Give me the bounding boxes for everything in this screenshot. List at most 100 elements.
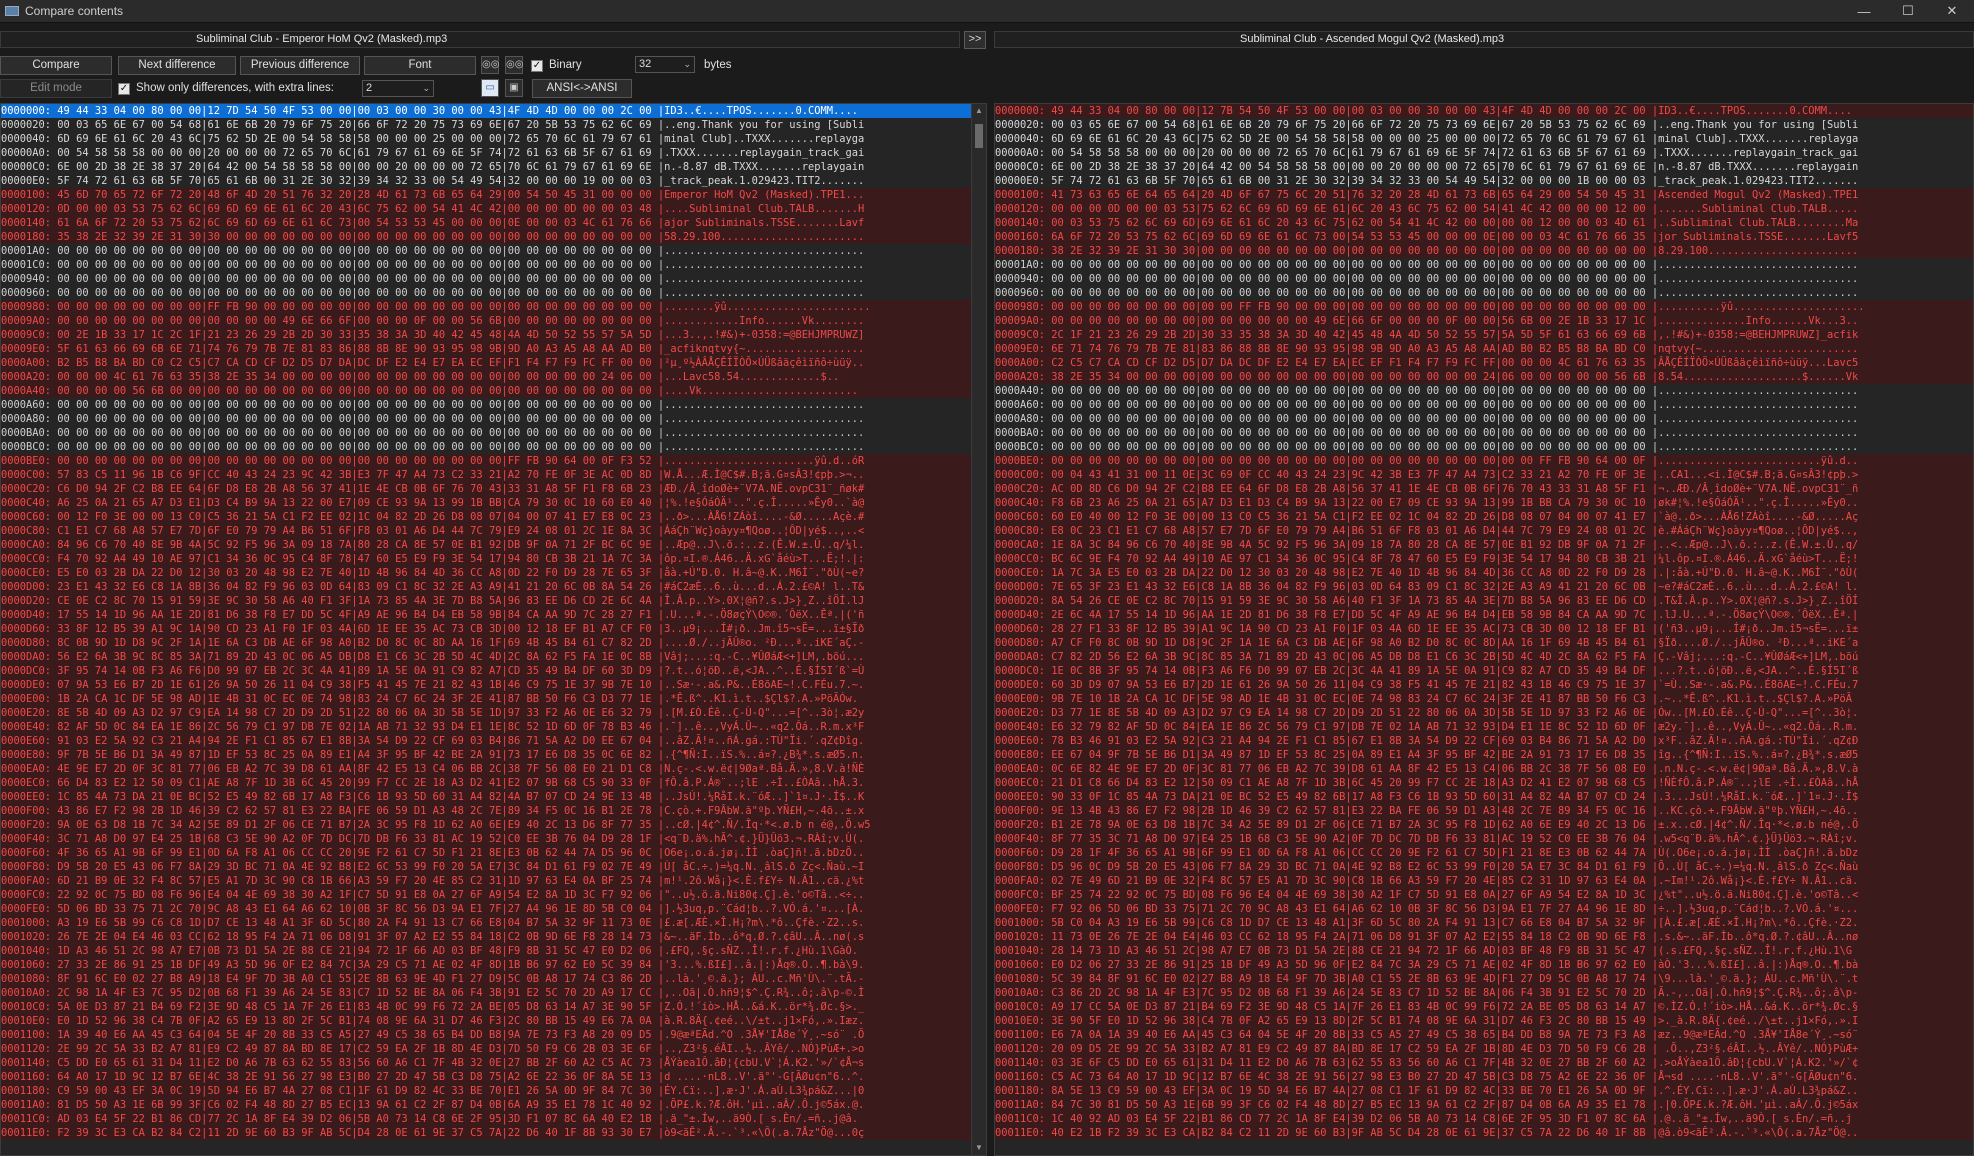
hex-row[interactable]: 0000D00: 7E 65 3F 23 E1 43 32 E6|C8 1A 8… xyxy=(995,580,1973,594)
left-hex-pane[interactable]: 0000000: 49 44 33 04 00 80 00 00|12 7D 5… xyxy=(0,103,987,1156)
hex-row[interactable]: 0001180: 8A 5E 13 C9 59 00 43 EF|3A 0C 1… xyxy=(995,1084,1973,1098)
hex-row[interactable]: 0001160: 64 A0 17 1D 9C 12 B7 6E|4C 38 2… xyxy=(1,1070,986,1084)
hex-row[interactable]: 00000A0: 00 54 58 58 58 00 00 00|20 00 0… xyxy=(995,146,1973,160)
hex-row[interactable]: 00009C0: 00 2E 1B 33 17 1C 2C 1F|21 23 2… xyxy=(1,328,986,342)
hex-row[interactable]: 0000FC0: BF 25 74 22 92 0C 75 BD|08 F6 9… xyxy=(995,888,1973,902)
hex-row[interactable]: 0000120: 00 00 00 0D 00 00 03 53|75 62 6… xyxy=(995,202,1973,216)
hex-row[interactable]: 0001180: C9 59 00 43 EF 3A 0C 19|5D 94 E… xyxy=(1,1084,986,1098)
hex-row[interactable]: 0000E60: 91 03 E2 5A 92 C3 21 A4|94 2E F… xyxy=(1,734,986,748)
hex-row[interactable]: 0000FE0: F7 92 06 5D 06 BD 33 75|71 2C 7… xyxy=(995,902,1973,916)
hex-row[interactable]: 0000E80: 9F 7B 5E B6 D1 3A 49 87|1D EF 5… xyxy=(1,748,986,762)
compare-button[interactable]: Compare xyxy=(0,56,112,75)
hex-row[interactable]: 0000F00: 43 86 E7 F2 98 2B 1D 46|39 C2 6… xyxy=(1,804,986,818)
hex-row[interactable]: 00000A0: 00 54 58 58 58 00 00 00|20 00 0… xyxy=(1,146,986,160)
hex-row[interactable]: 0000980: 00 00 00 00 00 00 00 00|00 00 F… xyxy=(995,300,1973,314)
scroll-down-icon[interactable]: ▼ xyxy=(972,1141,986,1155)
hex-row[interactable]: 0000C00: 00 04 43 41 31 00 11 0E|3C 69 0… xyxy=(995,468,1973,482)
hex-row[interactable]: 00010A0: C3 86 2D 2C 98 1A 4F E3|7C 95 D… xyxy=(995,986,1973,1000)
edit-mode-button[interactable]: Edit mode xyxy=(0,79,112,98)
hex-row[interactable]: 0001140: C5 DD E0 65 61 31 D4 11|E2 D0 A… xyxy=(1,1056,986,1070)
hex-row[interactable]: 0001160: C5 AC 73 64 A0 17 1D 9C|12 B7 6… xyxy=(995,1070,1973,1084)
hex-row[interactable]: 00011A0: 81 D5 50 A3 1E 6B 99 3F|C6 02 F… xyxy=(1,1098,986,1112)
hex-row[interactable]: 00010C0: 5A 0E D3 87 21 B4 69 F2|3E 9D 4… xyxy=(1,1000,986,1014)
binoculars-icon[interactable]: ◎◎ xyxy=(481,56,499,74)
hex-row[interactable]: 0001000: 5B C0 04 A3 19 E6 5B 99|C6 C8 1… xyxy=(995,916,1973,930)
hex-row[interactable]: 0000E00: 9B 7E 10 1B 2A CA 1C DF|5E 98 A… xyxy=(995,692,1973,706)
hex-row[interactable]: 0000980: 00 00 00 00 00 00 00 00|FF FB 9… xyxy=(1,300,986,314)
hex-row[interactable]: 0000E20: 8E 5B 4D 09 A3 D2 97 C9|EA 14 9… xyxy=(1,706,986,720)
hex-row[interactable]: 00010A0: 2C 98 1A 4F E3 7C 95 D2|0B 68 F… xyxy=(1,986,986,1000)
show-only-differences-checkbox[interactable]: ✓ xyxy=(118,83,130,95)
hex-row[interactable]: 00001A0: 00 00 00 00 00 00 00 00|00 00 0… xyxy=(1,244,986,258)
hex-row[interactable]: 0000E80: EE 67 04 9F 7B 5E B6 D1|3A 49 8… xyxy=(995,748,1973,762)
hex-row[interactable]: 0001120: 20 09 D5 2E 99 2C 5A 33|B2 A7 8… xyxy=(995,1042,1973,1056)
hex-row[interactable]: 0001060: 27 33 2E 86 91 25 1B DF|49 A3 5… xyxy=(1,958,986,972)
hex-row[interactable]: 0000CE0: E5 E0 03 2B DA 22 D0 12|30 03 2… xyxy=(1,566,986,580)
hex-row[interactable]: 0000F60: D9 28 1F 4F 36 65 A1 9B|6F 99 E… xyxy=(995,846,1973,860)
hex-row[interactable]: 0000040: 6D 69 6E 61 6C 20 43 6C|75 62 5… xyxy=(1,132,986,146)
hex-row[interactable]: 0000A00: B2 B5 B8 BA BD C0 C2 C5|C7 CA C… xyxy=(1,356,986,370)
hex-row[interactable]: 0000F80: D5 96 0C D9 5B 20 E5 43|06 F7 8… xyxy=(995,860,1973,874)
hex-row[interactable]: 0000D40: 17 55 14 1D 96 AA 1E 2D|81 D6 3… xyxy=(1,608,986,622)
hex-row[interactable]: 0000CC0: F4 70 92 A4 49 10 AE 97|C1 34 3… xyxy=(1,552,986,566)
hex-row[interactable]: 0000D20: CE 0E C2 8C 70 15 91 59|3E 9C 3… xyxy=(1,594,986,608)
hex-row[interactable]: 0000A60: 00 00 00 00 00 00 00 00|00 00 0… xyxy=(995,398,1973,412)
hex-row[interactable]: 0001060: E0 D2 06 27 33 2E 86 91|25 1B D… xyxy=(995,958,1973,972)
hex-row[interactable]: 0000960: 00 00 00 00 00 00 00 00|00 00 0… xyxy=(1,286,986,300)
hex-row[interactable]: 0000D20: 8A 54 26 CE 0E C2 8C 70|15 91 5… xyxy=(995,594,1973,608)
hex-row[interactable]: 00010E0: E0 1D 52 96 38 C4 7B 0F|A2 65 E… xyxy=(1,1014,986,1028)
hex-row[interactable]: 0000DC0: 1E 0C 8B 3F 95 74 14 0B|F3 A6 F… xyxy=(995,664,1973,678)
binoculars-next-icon[interactable]: ◎◎ xyxy=(505,56,523,74)
hex-row[interactable]: 0000DA0: 56 E2 6A 3B 9C 8C 85 3A|71 89 2… xyxy=(1,650,986,664)
right-file-name[interactable]: Subliminal Club - Ascended Mogul Qv2 (Ma… xyxy=(994,31,1974,48)
hex-row[interactable]: 0000100: 41 73 63 65 6E 64 65 64|20 4D 6… xyxy=(995,188,1973,202)
hex-row[interactable]: 0000D60: 28 27 F1 33 8F 12 B5 39|A1 9C 1… xyxy=(995,622,1973,636)
hex-row[interactable]: 0001020: 26 7E 2E 04 E4 46 03 CC|62 18 9… xyxy=(1,930,986,944)
hex-row[interactable]: 0000C80: C1 E1 C7 68 A8 57 E7 7D|6F E0 7… xyxy=(1,524,986,538)
hex-row[interactable]: 0000D60: 33 8F 12 B5 39 A1 9C 1A|90 CD 2… xyxy=(1,622,986,636)
hex-row[interactable]: 0000CA0: 1E 8A 3C 84 96 C6 70 40|8E 9B 4… xyxy=(995,538,1973,552)
hex-row[interactable]: 0001120: 2E 99 2C 5A 33 B2 A7 81|E9 C2 4… xyxy=(1,1042,986,1056)
window-icon[interactable]: ▭ xyxy=(481,79,499,97)
hex-row[interactable]: 0000D00: 23 E1 43 32 E6 C8 1A 8B|36 04 8… xyxy=(1,580,986,594)
bytes-select[interactable]: 32 ⌄ xyxy=(635,56,695,73)
hex-row[interactable]: 0000E40: 82 AF 5D 0C 84 EA 1E 86|2C 56 7… xyxy=(1,720,986,734)
hex-row[interactable]: 0000A00: C2 C5 C7 CA CD CF D2 D5|D7 DA D… xyxy=(995,356,1973,370)
hex-row[interactable]: 0000EC0: 66 D4 83 E2 12 50 09 C1|AE A8 7… xyxy=(1,776,986,790)
left-scrollbar[interactable]: ▲ ▼ xyxy=(971,104,986,1155)
hex-row[interactable]: 0000A20: 00 00 00 4C 61 76 63 35|38 2E 3… xyxy=(1,370,986,384)
hex-row[interactable]: 0001140: 03 3E 6F C5 DD E0 65 61|31 D4 1… xyxy=(995,1056,1973,1070)
hex-row[interactable]: 0000BA0: 00 00 00 00 00 00 00 00|00 00 0… xyxy=(1,426,986,440)
hex-row[interactable]: 0000E40: E6 32 79 82 AF 5D 0C 84|EA 1E 8… xyxy=(995,720,1973,734)
hex-row[interactable]: 00000C0: 6E 00 2D 38 2E 38 37 20|64 42 0… xyxy=(995,160,1973,174)
hex-row[interactable]: 00010C0: A9 17 CC 5A 0E D3 87 21|B4 69 F… xyxy=(995,1000,1973,1014)
hex-row[interactable]: 0000BC0: 00 00 00 00 00 00 00 00|00 00 0… xyxy=(995,440,1973,454)
hex-row[interactable]: 0000CA0: 84 96 C6 70 40 8E 9B 4A|5C 92 F… xyxy=(1,538,986,552)
hex-row[interactable]: 0000A80: 00 00 00 00 00 00 00 00|00 00 0… xyxy=(1,412,986,426)
hex-row[interactable]: 0000FA0: 02 7E 49 6D 21 B9 0E 32|F4 8C 5… xyxy=(995,874,1973,888)
hex-row[interactable]: 0001020: 11 73 0E 26 7E 2E 04 E4|46 03 C… xyxy=(995,930,1973,944)
maximize-icon[interactable]: ☐ xyxy=(1886,0,1930,22)
hex-row[interactable]: 00000E0: 5F 74 72 61 63 6B 5F 70|65 61 6… xyxy=(995,174,1973,188)
hex-row[interactable]: 00011A0: 84 7C 30 81 D5 50 A3 1E|6B 99 3… xyxy=(995,1098,1973,1112)
hex-row[interactable]: 0000DC0: 3F 95 74 14 0B F3 A6 F6|D0 99 0… xyxy=(1,664,986,678)
hex-row[interactable]: 00000C0: 6E 00 2D 38 2E 38 37 20|64 42 0… xyxy=(1,160,986,174)
hex-row[interactable]: 0000000: 49 44 33 04 00 80 00 00|12 7D 5… xyxy=(1,104,986,118)
left-file-name[interactable]: Subliminal Club - Emperor HoM Qv2 (Maske… xyxy=(0,31,960,48)
hex-row[interactable]: 00011C0: AD 03 E4 5F 22 B1 86 CD|77 2C 1… xyxy=(1,1112,986,1126)
hex-row[interactable]: 00011C0: 1C 40 92 AD 03 E4 5F 22|B1 86 C… xyxy=(995,1112,1973,1126)
hex-row[interactable]: 0000140: 00 03 53 75 62 6C 69 6D|69 6E 6… xyxy=(995,216,1973,230)
hex-row[interactable]: 0000140: 61 6A 6F 72 20 53 75 62|6C 69 6… xyxy=(1,216,986,230)
hex-row[interactable]: 0000D80: A7 CF F0 8C 0B 9D 1D D8|9C 2F 1… xyxy=(995,636,1973,650)
hex-row[interactable]: 0000940: 00 00 00 00 00 00 00 00|00 00 0… xyxy=(995,272,1973,286)
swap-button[interactable]: >> xyxy=(964,31,986,49)
hex-row[interactable]: 0000960: 00 00 00 00 00 00 00 00|00 00 0… xyxy=(995,286,1973,300)
hex-row[interactable]: 0000C00: 57 83 C5 11 96 1B C6 9F|CC 40 4… xyxy=(1,468,986,482)
hex-row[interactable]: 0001040: 1D A3 46 51 2C 98 A7 E7|0B 73 D… xyxy=(1,944,986,958)
hex-row[interactable]: 0000F00: 9E 13 4B 43 86 E7 F2 98|2B 1D 4… xyxy=(995,804,1973,818)
hex-row[interactable]: 0000C80: E8 0C 23 C1 E1 C7 68 A8|57 E7 7… xyxy=(995,524,1973,538)
hex-row[interactable]: 0000D40: 2E 6C 4A 17 55 14 1D 96|AA 1E 2… xyxy=(995,608,1973,622)
hex-row[interactable]: 00010E0: 3E 90 5F E0 1D 52 96 38|C4 7B 0… xyxy=(995,1014,1973,1028)
hex-row[interactable]: 0000EA0: 0C 6E 82 4E 9E E7 2D 0F|3C 81 7… xyxy=(995,762,1973,776)
hex-row[interactable]: 0000180: 35 38 2E 32 39 2E 31 30|30 00 0… xyxy=(1,230,986,244)
